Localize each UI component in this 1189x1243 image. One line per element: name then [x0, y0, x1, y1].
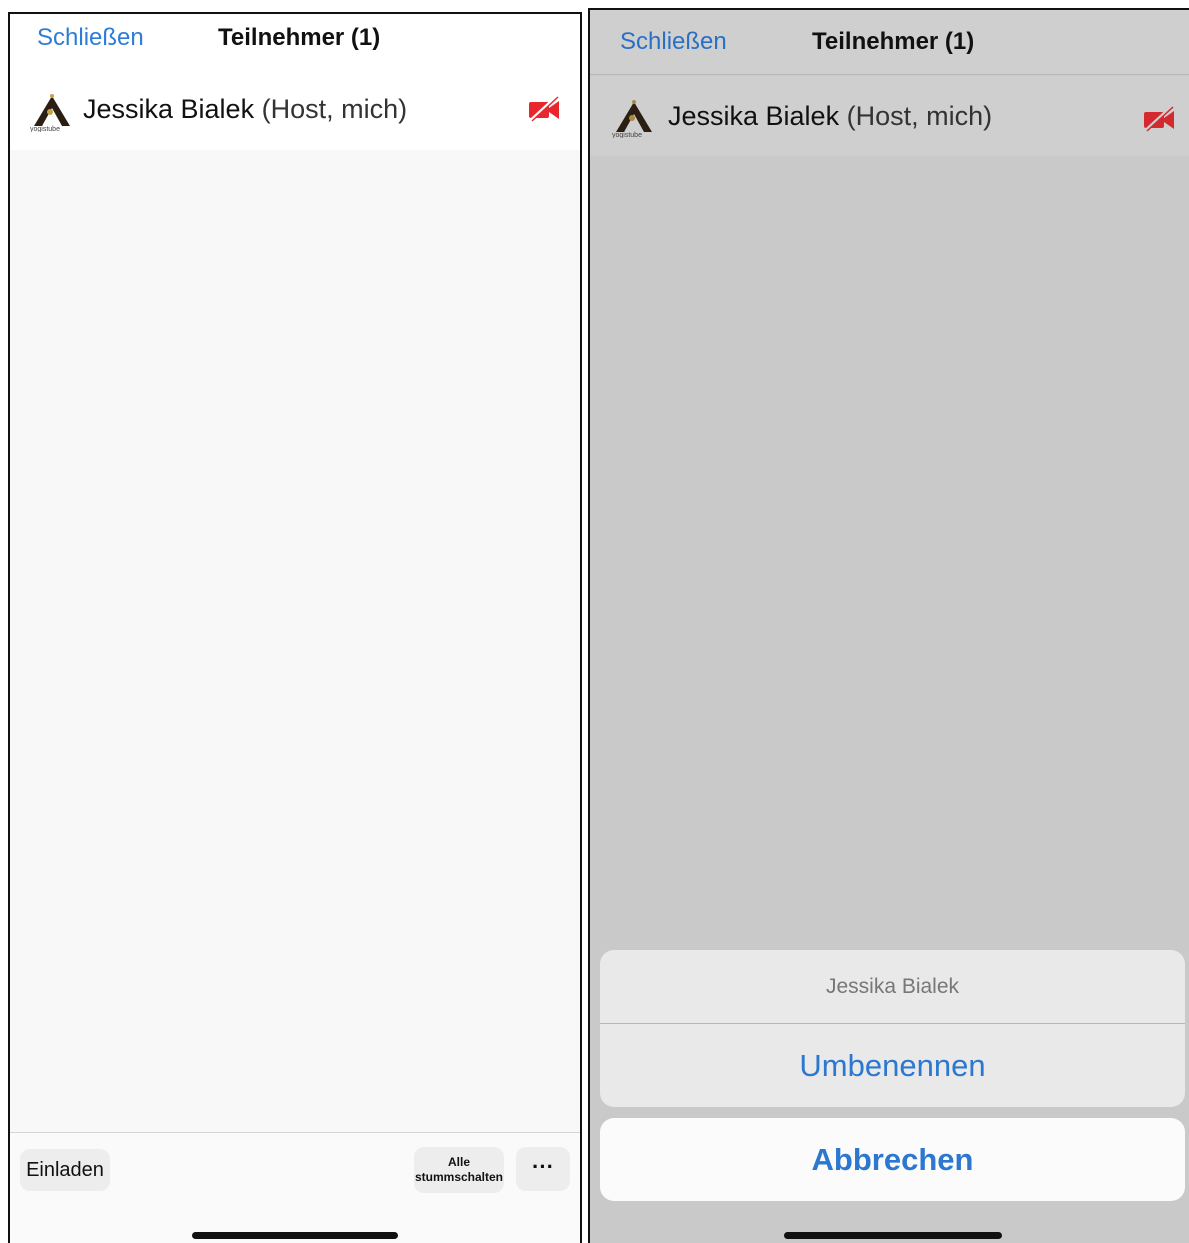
invite-button[interactable]: Einladen	[20, 1149, 110, 1191]
yogistube-logo: yogistube	[612, 100, 652, 138]
bottom-toolbar: Einladen Alle stummschalten ···	[10, 1132, 580, 1243]
participant-name-text: Jessika Bialek	[83, 94, 255, 124]
action-sheet-title: Jessika Bialek	[600, 950, 1185, 1024]
participant-row[interactable]: yogistube Jessika Bialek (Host, mich)	[590, 76, 1189, 156]
participant-role: (Host, mich)	[846, 101, 993, 131]
home-indicator	[784, 1232, 1002, 1239]
participant-role: (Host, mich)	[261, 94, 408, 124]
svg-text:yogistube: yogistube	[30, 126, 60, 132]
header: Schließen Teilnehmer (1)	[590, 10, 1189, 75]
participants-screen: Schließen Teilnehmer (1) yogistube Jessi…	[8, 12, 582, 1243]
page-title: Teilnehmer (1)	[812, 28, 975, 55]
close-button[interactable]: Schließen	[37, 24, 144, 52]
participant-name-text: Jessika Bialek	[668, 101, 840, 131]
home-indicator	[192, 1232, 398, 1239]
video-off-icon[interactable]	[528, 96, 560, 122]
participants-screen-action-sheet: Schließen Teilnehmer (1) yogistube Jessi…	[588, 8, 1189, 1243]
participant-name: Jessika Bialek (Host, mich)	[668, 101, 992, 132]
svg-text:yogistube: yogistube	[612, 132, 642, 138]
mute-all-label-line2: stummschalten	[414, 1170, 504, 1184]
mute-all-label-line1: Alle	[447, 1155, 470, 1169]
mute-all-button[interactable]: Alle stummschalten	[414, 1147, 504, 1193]
header: Schließen Teilnehmer (1)	[10, 14, 580, 71]
more-options-button[interactable]: ···	[516, 1147, 570, 1191]
participant-row[interactable]: yogistube Jessika Bialek (Host, mich)	[10, 70, 580, 150]
video-off-icon[interactable]	[1143, 106, 1175, 132]
yogistube-logo: yogistube	[30, 94, 70, 132]
rename-button[interactable]: Umbenennen	[600, 1024, 1185, 1107]
cancel-button[interactable]: Abbrechen	[600, 1118, 1185, 1201]
page-title: Teilnehmer (1)	[218, 24, 381, 51]
close-button[interactable]: Schließen	[620, 28, 727, 56]
action-sheet: Jessika Bialek Umbenennen	[600, 950, 1185, 1107]
participant-name: Jessika Bialek (Host, mich)	[83, 94, 407, 125]
